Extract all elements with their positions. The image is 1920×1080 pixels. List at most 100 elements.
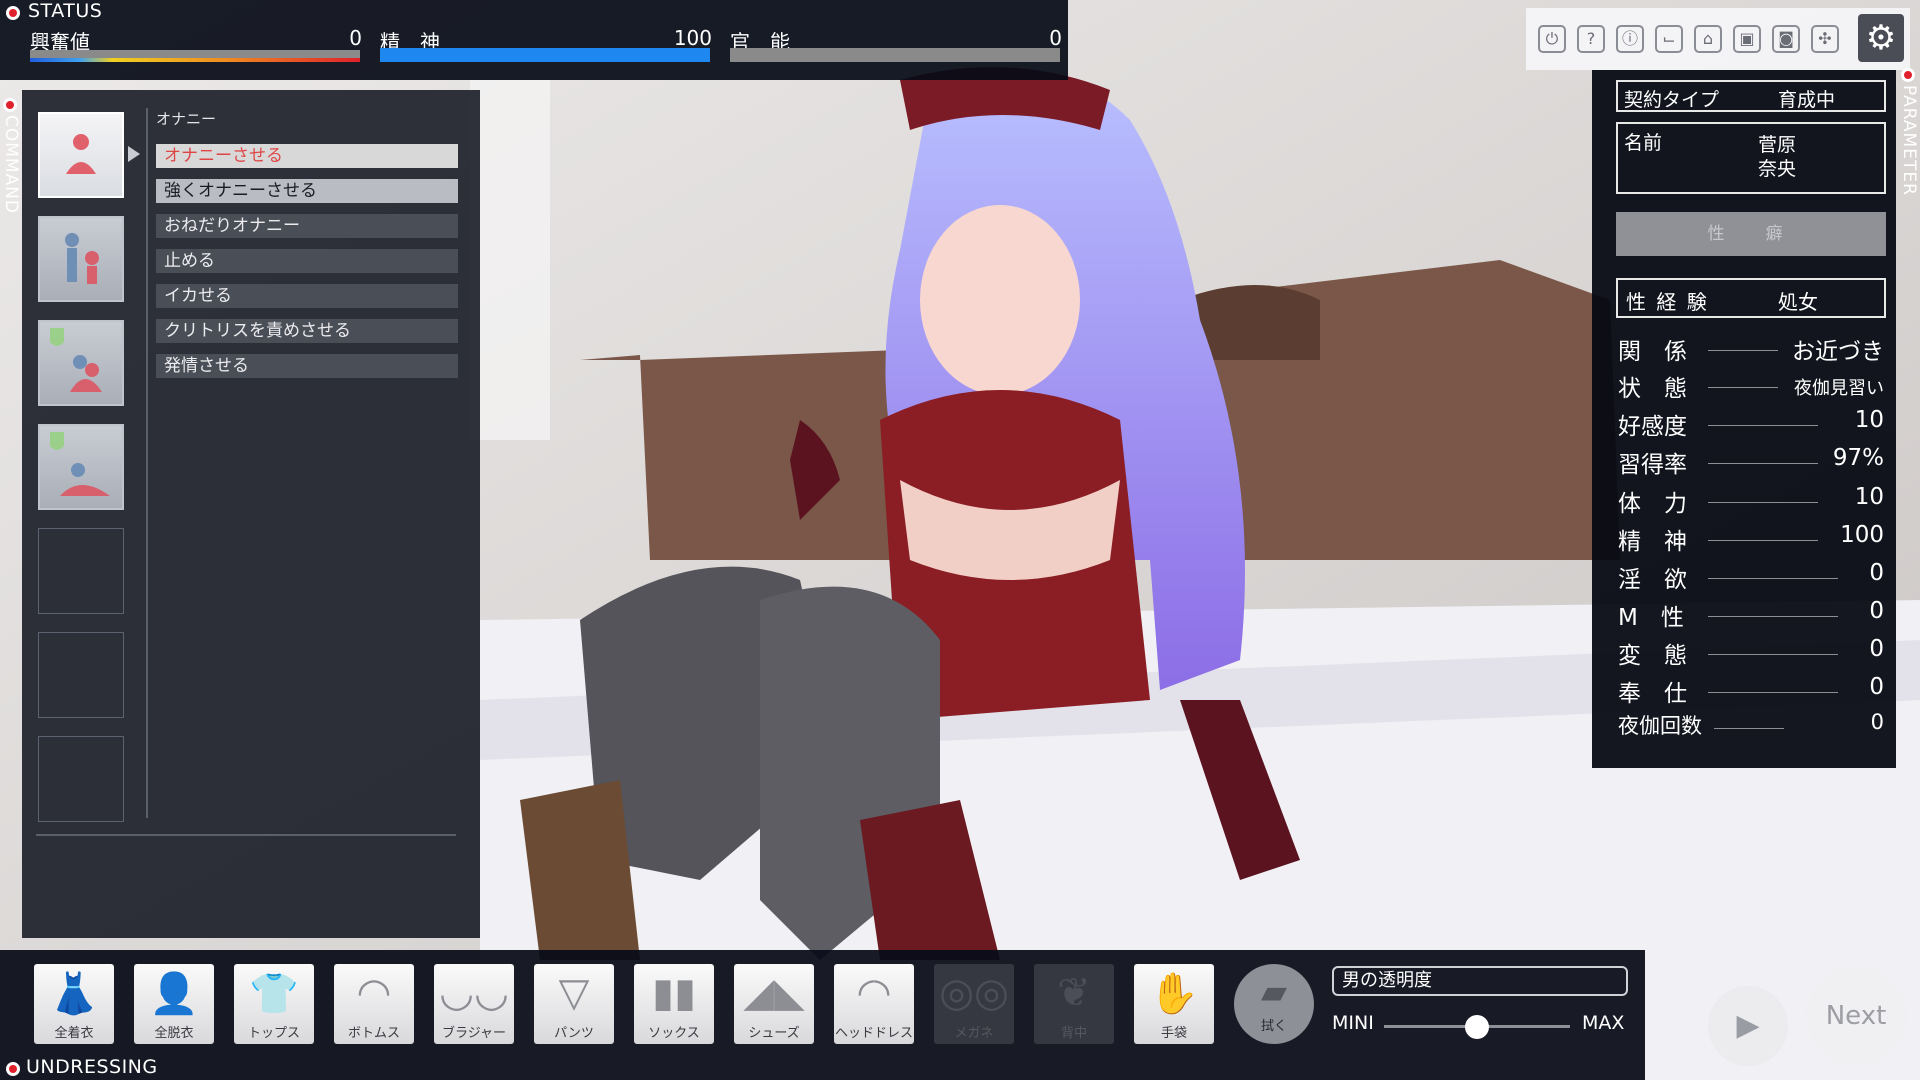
command-item[interactable]: 止める — [156, 249, 458, 273]
param-label: 奉 仕 — [1618, 681, 1687, 707]
power-icon[interactable]: ⏻ — [1538, 25, 1566, 53]
undress-gloves-button[interactable]: ✋ 手袋 — [1134, 964, 1214, 1044]
command-item[interactable]: おねだりオナニー — [156, 214, 458, 238]
skirt-icon: ◠ — [356, 970, 392, 1016]
param-value: 10 — [1854, 484, 1884, 510]
wipe-label: 拭く — [1260, 1019, 1287, 1034]
command-item[interactable]: クリトリスを責めさせる — [156, 319, 458, 343]
name-box: 名前 菅原 奈央 — [1616, 122, 1886, 194]
camera-icon[interactable]: ◙ — [1772, 25, 1800, 53]
undress-bottoms-button[interactable]: ◠ ボトムス — [334, 964, 414, 1044]
command-category-masturbation-icon[interactable] — [38, 112, 124, 198]
status-title: STATUS — [28, 0, 103, 22]
undress-back-button: ❦ 背中 — [1034, 964, 1114, 1044]
command-title: COMMAND — [1, 115, 21, 215]
param-leader-line — [1708, 425, 1818, 426]
param-leader-line — [1708, 578, 1838, 579]
param-row: 夜伽回数 0 — [1618, 710, 1884, 740]
parameter-panel: 契約タイプ 育成中 名前 菅原 奈央 性 癖 性 経 験 処女 関 係お近づき … — [1592, 70, 1896, 768]
body-icon: 👤 — [149, 971, 199, 1017]
param-row: 好感度 10 — [1618, 407, 1884, 440]
param-label: 淫 欲 — [1618, 567, 1687, 593]
meter-spirit-value: 100 — [673, 26, 712, 50]
shirt-icon: 👕 — [249, 971, 299, 1017]
command-indicator-icon — [3, 97, 17, 112]
command-item[interactable]: イカせる — [156, 284, 458, 308]
video-camera-button[interactable]: ▶ — [1708, 986, 1788, 1066]
gloves-icon: ✋ — [1149, 971, 1199, 1017]
param-leader-line — [1714, 728, 1784, 729]
undress-button-label: 手袋 — [1160, 1026, 1187, 1041]
meter-spirit-bar — [380, 48, 710, 62]
undress-button-label: ブラジャー — [441, 1026, 507, 1041]
command-side-label: COMMAND — [0, 94, 22, 234]
command-category-intercourse-icon[interactable] — [38, 424, 124, 510]
command-category-empty-slot — [38, 632, 124, 718]
undress-headdress-button[interactable]: ◜◝ ヘッドドレス — [834, 964, 914, 1044]
tissue-icon: ▰ — [1260, 972, 1288, 1012]
portrait-icon[interactable]: ▣ — [1733, 25, 1761, 53]
command-item[interactable]: 発情させる — [156, 354, 458, 378]
meter-sensuality-value: 0 — [1049, 26, 1062, 50]
param-value: 0 — [1870, 710, 1884, 734]
undressing-title: UNDRESSING — [26, 1056, 158, 1078]
param-label: 体 力 — [1618, 491, 1687, 517]
help-icon[interactable]: ? — [1577, 25, 1605, 53]
param-leader-line — [1708, 616, 1838, 617]
gear-icon[interactable]: ⚙ — [1858, 14, 1904, 62]
undress-bra-button[interactable]: ◡◡ ブラジャー — [434, 964, 514, 1044]
fetish-button[interactable]: 性 癖 — [1616, 212, 1886, 256]
param-leader-line — [1708, 692, 1838, 693]
contract-type-label: 契約タイプ — [1624, 89, 1720, 111]
undress-all-dressed-button[interactable]: 👗 全着衣 — [34, 964, 114, 1044]
undress-button-label: メガネ — [954, 1026, 994, 1041]
undress-socks-button[interactable]: ▮▮ ソックス — [634, 964, 714, 1044]
dress-icon: 👗 — [49, 971, 99, 1017]
headdress-icon: ◜◝ — [858, 970, 890, 1016]
command-panel: オナニー オナニーさせる 強くオナニーさせる おねだりオナニー 止める イカせる… — [22, 90, 480, 938]
meter-excitement-fill — [30, 58, 360, 62]
command-category-caress-icon[interactable] — [38, 216, 124, 302]
experience-box: 性 経 験 処女 — [1616, 278, 1886, 318]
param-row: M 性 0 — [1618, 598, 1884, 631]
glasses-icon: ◎◎ — [939, 970, 1009, 1016]
command-item[interactable]: 強くオナニーさせる — [156, 179, 458, 203]
undress-button-label: 全着衣 — [54, 1026, 94, 1041]
command-category-empty-slot — [38, 528, 124, 614]
video-camera-icon: ▶ — [1736, 1008, 1760, 1043]
undress-shoes-button[interactable]: ◢◣ シューズ — [734, 964, 814, 1044]
meter-excitement-bar — [30, 50, 360, 62]
basket-icon[interactable]: ⌂ — [1694, 25, 1722, 53]
next-button[interactable]: Next — [1806, 966, 1906, 1066]
param-leader-line — [1708, 463, 1818, 464]
parameter-side-label: PARAMETER — [1898, 64, 1920, 224]
undress-panties-button[interactable]: ▽ パンツ — [534, 964, 614, 1044]
undress-button-label: 全脱衣 — [154, 1026, 194, 1041]
param-row: 体 力 10 — [1618, 484, 1884, 517]
command-category-service-icon[interactable] — [38, 320, 124, 406]
chair-icon[interactable]: ⌙ — [1655, 25, 1683, 53]
param-row: 精 神 100 — [1618, 522, 1884, 555]
wipe-button[interactable]: ▰ 拭く — [1234, 964, 1314, 1044]
undress-tops-button[interactable]: 👕 トップス — [234, 964, 314, 1044]
male-transparency-label: 男の透明度 — [1332, 966, 1628, 996]
param-leader-line — [1708, 502, 1818, 503]
command-item[interactable]: オナニーさせる — [156, 144, 458, 168]
param-row: 関 係 お近づき — [1618, 332, 1884, 365]
info-icon[interactable]: ⓘ — [1616, 25, 1644, 53]
undress-button-label: 背中 — [1060, 1026, 1087, 1041]
param-label: 好感度 — [1618, 414, 1687, 440]
puzzle-icon[interactable]: ✣ — [1811, 25, 1839, 53]
top-toolbar: ⏻ ? ⓘ ⌙ ⌂ ▣ ◙ ✣ ⚙ — [1526, 8, 1910, 70]
undress-all-naked-button[interactable]: 👤 全脱衣 — [134, 964, 214, 1044]
param-label: 精 神 — [1618, 529, 1687, 555]
undress-button-label: トップス — [247, 1026, 300, 1041]
panties-icon: ▽ — [558, 970, 590, 1016]
meter-excitement-value: 0 — [349, 26, 362, 50]
status-panel: STATUS 興奮値 0 精 神 100 官 能 0 — [0, 0, 1068, 80]
transparency-slider[interactable] — [1384, 1015, 1570, 1039]
param-row: 淫 欲 0 — [1618, 560, 1884, 593]
param-label: 夜伽回数 — [1618, 714, 1702, 738]
param-value: 0 — [1869, 674, 1884, 700]
slider-knob[interactable] — [1465, 1015, 1489, 1039]
